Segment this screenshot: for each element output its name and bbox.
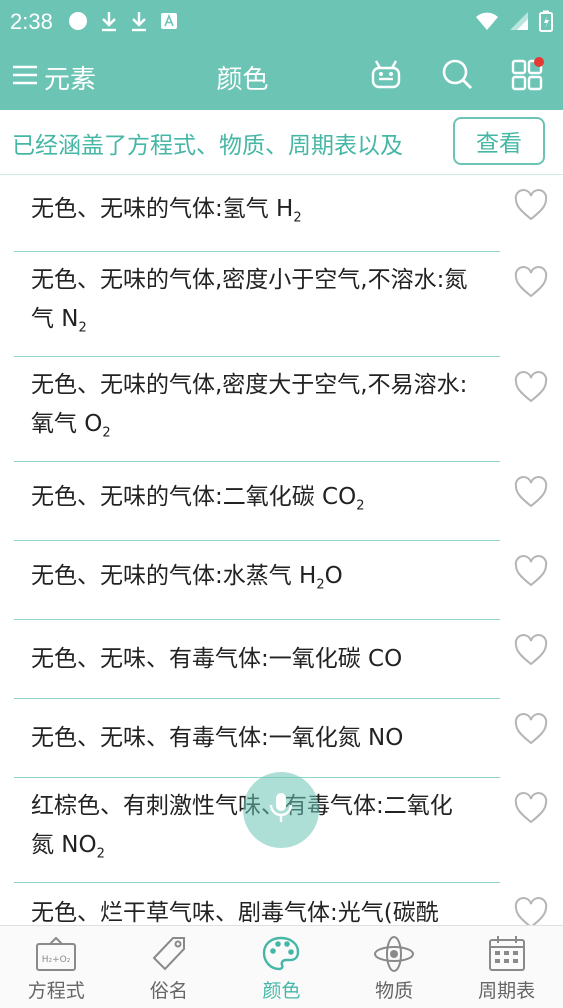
favorite-heart-icon[interactable] — [514, 189, 548, 223]
list-item[interactable]: 无色、无味、有毒气体:一氧化氮 NO — [0, 699, 563, 778]
tab-periodic-table[interactable]: 周期表 — [450, 926, 563, 1008]
item-formula-text: 红棕色、有刺激性气味、有毒气体:二氧化氮 NO — [31, 793, 453, 859]
favorite-heart-icon[interactable] — [514, 792, 548, 826]
search-icon — [441, 58, 473, 94]
item-text: 无色、无味、有毒气体:一氧化碳 CO — [31, 640, 402, 679]
tab-equation[interactable]: H₂+O₂ 方程式 — [0, 926, 113, 1008]
robot-button[interactable] — [366, 56, 406, 96]
list-item[interactable]: 无色、无味、有毒气体:一氧化碳 CO — [0, 620, 563, 699]
tab-label: 物质 — [375, 980, 414, 1002]
status-system-icons — [475, 10, 553, 36]
tab-color[interactable]: 颜色 — [225, 926, 338, 1008]
item-formula-text: 无色、无味的气体:氢气 H — [31, 195, 294, 222]
item-text: 无色、烂干草气味、剧毒气体:光气(碳酰 — [31, 894, 439, 926]
item-formula-text: 无色、无味、有毒气体:一氧化氮 NO — [31, 725, 404, 751]
item-subscript: 2 — [356, 498, 365, 514]
favorite-heart-icon[interactable] — [514, 713, 548, 747]
notice-text: 已经涵盖了方程式、物质、周期表以及 — [12, 133, 403, 159]
status-notification-icons — [68, 10, 178, 36]
svg-text:H₂+O₂: H₂+O₂ — [42, 955, 71, 965]
apps-button[interactable] — [508, 56, 548, 96]
item-text: 无色、无味的气体:氢气 H2 — [31, 190, 302, 238]
favorite-heart-icon[interactable] — [514, 897, 548, 925]
favorite-heart-icon[interactable] — [514, 266, 548, 300]
item-text: 无色、无味的气体,密度大于空气,不易溶水:氧气 O2 — [31, 366, 473, 453]
favorite-heart-icon[interactable] — [514, 371, 548, 405]
robot-icon — [369, 57, 403, 95]
signal-icon — [509, 11, 529, 35]
item-formula-text: 无色、无味的气体:水蒸气 H — [31, 562, 317, 589]
search-button[interactable] — [437, 56, 477, 96]
status-bar: 2:38 — [0, 0, 563, 42]
tab-label: 方程式 — [27, 980, 85, 1002]
tab-label: 俗名 — [149, 980, 188, 1002]
item-subscript: 2 — [293, 210, 302, 226]
item-subscript: 2 — [316, 577, 325, 593]
mic-icon — [267, 791, 295, 829]
list-item[interactable]: 无色、烂干草气味、剧毒气体:光气(碳酰 — [0, 883, 563, 925]
list-item[interactable]: 无色、无味的气体:水蒸气 H2O — [0, 541, 563, 620]
favorite-heart-icon[interactable] — [514, 634, 548, 668]
apps-grid-icon — [511, 57, 545, 95]
item-text: 无色、无味、有毒气体:一氧化氮 NO — [31, 719, 403, 758]
bottom-tab-bar: H₂+O₂ 方程式 俗名 颜色 物质 周期表 — [0, 925, 563, 1008]
circle-notification-icon — [68, 11, 88, 35]
item-subscript: 2 — [96, 846, 105, 862]
tab-label: 周期表 — [478, 980, 536, 1002]
favorite-heart-icon[interactable] — [514, 555, 548, 589]
palette-icon — [259, 934, 303, 974]
item-formula-text: 无色、烂干草气味、剧毒气体:光气(碳酰 — [31, 899, 439, 926]
item-formula-text: 无色、无味的气体:二氧化碳 CO — [31, 483, 357, 510]
download-icon — [100, 10, 118, 36]
tag-icon — [147, 934, 191, 974]
item-formula-text: 无色、无味、有毒气体:一氧化碳 CO — [31, 646, 403, 672]
notice-banner: 已经涵盖了方程式、物质、周期表以及 查看 — [0, 110, 563, 175]
item-formula-text: 无色、无味的气体,密度大于空气,不易溶水:氧气 O — [31, 372, 468, 438]
item-text: 无色、无味的气体,密度小于空气,不溶水:氮气 N2 — [31, 261, 473, 348]
wifi-icon — [475, 11, 499, 35]
favorite-heart-icon[interactable] — [514, 476, 548, 510]
item-formula-text: 无色、无味的气体,密度小于空气,不溶水:氮气 N — [31, 267, 468, 333]
equation-board-icon: H₂+O₂ — [34, 934, 78, 974]
tab-substance[interactable]: 物质 — [338, 926, 451, 1008]
atom-icon — [372, 934, 416, 974]
item-subscript: 2 — [78, 320, 87, 336]
list-item[interactable]: 无色、无味的气体,密度小于空气,不溶水:氮气 N2 — [0, 252, 563, 357]
list-item[interactable]: 无色、无味的气体:氢气 H2 — [0, 175, 563, 252]
app-bar: 元素 颜色 — [0, 42, 563, 110]
page-title: 颜色 — [216, 65, 269, 95]
list-item[interactable]: 无色、无味的气体,密度大于空气,不易溶水:氧气 O2 — [0, 357, 563, 462]
item-text: 无色、无味的气体:水蒸气 H2O — [31, 557, 343, 605]
download-icon — [130, 10, 148, 36]
tab-nickname[interactable]: 俗名 — [113, 926, 226, 1008]
tab-label: 颜色 — [262, 980, 301, 1002]
list-item[interactable]: 无色、无味的气体:二氧化碳 CO2 — [0, 462, 563, 541]
app-notification-icon — [160, 12, 178, 34]
floating-action-button[interactable] — [243, 772, 319, 848]
calendar-grid-icon — [485, 934, 529, 974]
item-subscript: 2 — [102, 425, 111, 441]
view-button[interactable]: 查看 — [453, 117, 545, 165]
item-text: 无色、无味的气体:二氧化碳 CO2 — [31, 478, 365, 526]
item-tail: O — [324, 562, 343, 589]
battery-icon — [539, 10, 553, 36]
status-time: 2:38 — [10, 9, 53, 34]
